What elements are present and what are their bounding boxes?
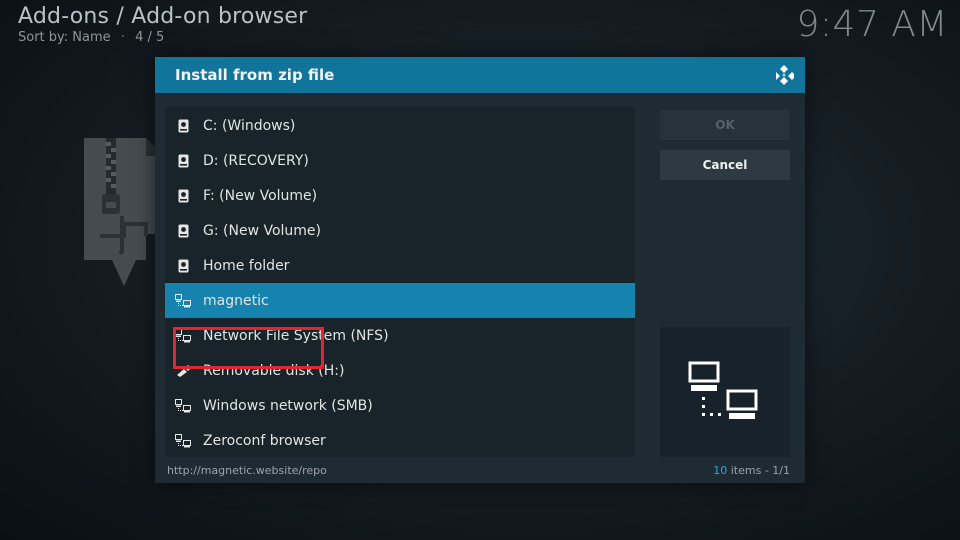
list-item-f-drive[interactable]: F: (New Volume) bbox=[165, 178, 635, 213]
dialog-title: Install from zip file bbox=[175, 66, 335, 84]
breadcrumb: Add-ons / Add-on browser bbox=[18, 4, 308, 29]
list-item-magnetic[interactable]: magnetic bbox=[165, 283, 635, 318]
hard-drive-icon bbox=[175, 153, 191, 169]
separator-dot: · bbox=[120, 30, 125, 45]
dialog-header: Install from zip file bbox=[155, 57, 805, 93]
sort-label[interactable]: Sort by: Name bbox=[18, 30, 111, 45]
item-count: 10 items - 1/1 bbox=[713, 464, 790, 477]
list-item-label: G: (New Volume) bbox=[203, 222, 321, 239]
preview-panel bbox=[660, 327, 790, 457]
list-item-label: D: (RECOVERY) bbox=[203, 152, 309, 169]
cancel-button[interactable]: Cancel bbox=[660, 150, 790, 180]
hard-drive-icon bbox=[175, 118, 191, 134]
ok-button[interactable]: OK bbox=[660, 110, 790, 140]
list-item-g-drive[interactable]: G: (New Volume) bbox=[165, 213, 635, 248]
page-position: 4 / 5 bbox=[135, 30, 165, 45]
network-icon bbox=[688, 361, 758, 419]
network-icon bbox=[175, 293, 191, 309]
selected-path: http://magnetic.website/repo bbox=[167, 464, 327, 477]
zip-file-icon bbox=[84, 138, 164, 286]
network-icon bbox=[175, 398, 191, 414]
install-from-zip-dialog: Install from zip file C: (Windows) D: (R… bbox=[155, 57, 805, 483]
list-item-label: magnetic bbox=[203, 292, 269, 309]
list-item-smb[interactable]: Windows network (SMB) bbox=[165, 388, 635, 423]
item-count-suffix: items - 1/1 bbox=[727, 464, 790, 477]
list-item-label: Home folder bbox=[203, 257, 290, 274]
hard-drive-icon bbox=[175, 258, 191, 274]
window-header: Add-ons / Add-on browser Sort by: Name ·… bbox=[18, 4, 307, 46]
list-item-label: C: (Windows) bbox=[203, 117, 296, 134]
highlight-annotation-box bbox=[173, 327, 324, 369]
list-item-zeroconf[interactable]: Zeroconf browser bbox=[165, 423, 635, 458]
list-item-d-drive[interactable]: D: (RECOVERY) bbox=[165, 143, 635, 178]
list-item-label: Zeroconf browser bbox=[203, 432, 326, 449]
hard-drive-icon bbox=[175, 188, 191, 204]
list-item-label: Windows network (SMB) bbox=[203, 397, 373, 414]
source-list: C: (Windows) D: (RECOVERY) F: (New Volum… bbox=[165, 107, 635, 457]
list-item-home-folder[interactable]: Home folder bbox=[165, 248, 635, 283]
sort-info: Sort by: Name · 4 / 5 bbox=[18, 30, 307, 46]
clock: 9:47 AM bbox=[796, 4, 948, 45]
list-item-label: F: (New Volume) bbox=[203, 187, 318, 204]
item-count-number: 10 bbox=[713, 464, 728, 477]
hard-drive-icon bbox=[175, 223, 191, 239]
kodi-logo-icon bbox=[776, 65, 794, 85]
list-item-c-drive[interactable]: C: (Windows) bbox=[165, 108, 635, 143]
network-icon bbox=[175, 433, 191, 449]
